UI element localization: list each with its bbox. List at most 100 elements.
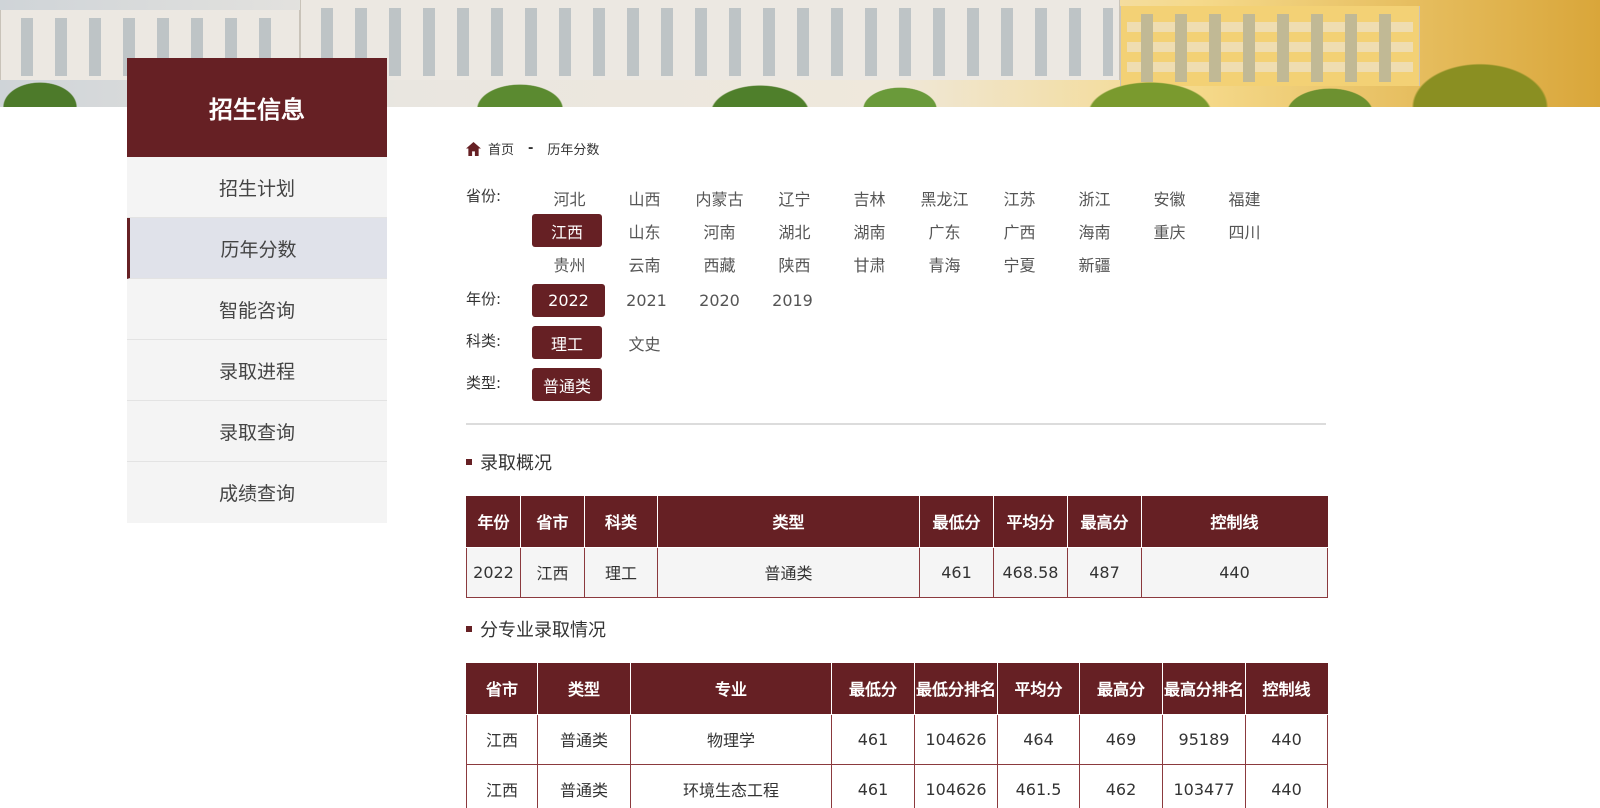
year-option[interactable]: 2019: [756, 284, 829, 317]
table-row: 2022 江西 理工 普通类 461 468.58 487 440: [466, 546, 1328, 598]
table-cell: 461.5: [997, 763, 1080, 808]
year-options: 2022 2021 2020 2019: [532, 284, 1292, 317]
column-header: 最高分: [1067, 496, 1142, 548]
column-header: 最低分: [831, 663, 915, 715]
year-option[interactable]: 2022: [532, 284, 605, 317]
breadcrumb: 首页 - 历年分数: [466, 139, 599, 158]
sidebar-title: 招生信息: [127, 58, 387, 157]
table-cell: 普通类: [537, 763, 631, 808]
type-filter-label: 类型:: [466, 374, 502, 392]
home-icon: [466, 141, 481, 156]
province-option[interactable]: 安徽: [1132, 181, 1207, 214]
province-option[interactable]: 河南: [682, 214, 757, 247]
province-option[interactable]: 重庆: [1132, 214, 1207, 247]
breadcrumb-home-link[interactable]: 首页: [488, 139, 514, 158]
table-cell: 江西: [466, 713, 538, 765]
sidebar-item-admission-query[interactable]: 录取查询: [127, 401, 387, 462]
overview-title: 录取概况: [480, 453, 552, 474]
column-header: 类型: [537, 663, 631, 715]
subject-option[interactable]: 理工: [532, 326, 602, 359]
column-header: 控制线: [1141, 496, 1328, 548]
column-header: 年份: [466, 496, 521, 548]
province-option[interactable]: 贵州: [532, 247, 607, 280]
table-cell: 物理学: [630, 713, 832, 765]
province-option[interactable]: 辽宁: [757, 181, 832, 214]
table-cell: 440: [1245, 763, 1328, 808]
table-cell: 462: [1079, 763, 1163, 808]
column-header: 专业: [630, 663, 832, 715]
filter-divider: [466, 423, 1326, 425]
section-marker: [466, 459, 472, 465]
table-cell: 普通类: [657, 546, 920, 598]
column-header: 最高分: [1079, 663, 1163, 715]
province-option[interactable]: 内蒙古: [682, 181, 757, 214]
table-cell: 104626: [914, 713, 998, 765]
province-option[interactable]: 湖北: [757, 214, 832, 247]
sidebar-item-historical-scores[interactable]: 历年分数: [127, 218, 387, 279]
sidebar-item-smart-consult[interactable]: 智能咨询: [127, 279, 387, 340]
majors-title: 分专业录取情况: [480, 620, 606, 641]
sidebar-item-enrollment-plan[interactable]: 招生计划: [127, 157, 387, 218]
column-header: 最低分: [919, 496, 994, 548]
province-option[interactable]: 新疆: [1057, 247, 1132, 280]
table-cell: 95189: [1162, 713, 1246, 765]
province-option[interactable]: 青海: [907, 247, 982, 280]
table-cell: 440: [1245, 713, 1328, 765]
sidebar-item-admission-progress[interactable]: 录取进程: [127, 340, 387, 401]
year-option[interactable]: 2021: [610, 284, 683, 317]
province-option[interactable]: 海南: [1057, 214, 1132, 247]
province-option[interactable]: 云南: [607, 247, 682, 280]
subject-option[interactable]: 文史: [607, 326, 682, 359]
majors-table: 省市 类型 专业 最低分 最低分排名 平均分 最高分 最高分排名 控制线 江西 普通类 物理学 461…: [466, 663, 1328, 808]
province-option[interactable]: 广东: [907, 214, 982, 247]
column-header: 省市: [520, 496, 585, 548]
province-option[interactable]: 江苏: [982, 181, 1057, 214]
province-option[interactable]: 宁夏: [982, 247, 1057, 280]
table-cell: 江西: [520, 546, 585, 598]
table-row: 江西 普通类 物理学 461 104626 464 469 95189 440: [466, 713, 1328, 765]
table-cell: 理工: [584, 546, 658, 598]
table-cell: 环境生态工程: [630, 763, 832, 808]
overview-section-title: 录取概况: [466, 449, 552, 475]
column-header: 控制线: [1245, 663, 1328, 715]
year-filter-label: 年份:: [466, 290, 502, 308]
column-header: 平均分: [997, 663, 1080, 715]
table-cell: 464: [997, 713, 1080, 765]
table-cell: 江西: [466, 763, 538, 808]
province-option[interactable]: 陕西: [757, 247, 832, 280]
table-cell: 2022: [466, 546, 521, 598]
province-option[interactable]: 湖南: [832, 214, 907, 247]
column-header: 类型: [657, 496, 920, 548]
province-option[interactable]: 广西: [982, 214, 1057, 247]
majors-section-title: 分专业录取情况: [466, 616, 606, 642]
subject-filter: 科类: 理工 文史: [466, 326, 1292, 359]
table-cell: 103477: [1162, 763, 1246, 808]
province-option[interactable]: 黑龙江: [907, 181, 982, 214]
province-option[interactable]: 河北: [532, 181, 607, 214]
table-cell: 461: [831, 763, 915, 808]
sidebar: 招生信息 招生计划 历年分数 智能咨询 录取进程 录取查询 成绩查询: [127, 58, 387, 523]
type-option[interactable]: 普通类: [532, 368, 602, 401]
sidebar-menu: 招生计划 历年分数 智能咨询 录取进程 录取查询 成绩查询: [127, 157, 387, 523]
province-option[interactable]: 四川: [1207, 214, 1282, 247]
table-cell: 469: [1079, 713, 1163, 765]
breadcrumb-separator: -: [528, 141, 534, 156]
province-filter-label: 省份:: [466, 187, 502, 205]
column-header: 最高分排名: [1162, 663, 1246, 715]
overview-table: 年份 省市 科类 类型 最低分 平均分 最高分 控制线 2022 江西 理工 普通类 461 468.5…: [466, 496, 1328, 598]
table-row: 江西 普通类 环境生态工程 461 104626 461.5 462 103477 440: [466, 763, 1328, 808]
province-options: 河北 山西 内蒙古 辽宁 吉林 黑龙江 江苏 浙江 安徽 福建江西 山东 河南 湖北 湖南 广东 广西 海南 重庆…: [532, 181, 1292, 280]
table-cell: 487: [1067, 546, 1142, 598]
table-cell: 461: [919, 546, 994, 598]
column-header: 平均分: [993, 496, 1068, 548]
sidebar-item-score-query[interactable]: 成绩查询: [127, 462, 387, 523]
province-option[interactable]: 山东: [607, 214, 682, 247]
province-option[interactable]: 西藏: [682, 247, 757, 280]
province-option[interactable]: 吉林: [832, 181, 907, 214]
province-option[interactable]: 山西: [607, 181, 682, 214]
province-option[interactable]: 甘肃: [832, 247, 907, 280]
year-option[interactable]: 2020: [683, 284, 756, 317]
province-option[interactable]: 福建: [1207, 181, 1282, 214]
province-option[interactable]: 江西: [532, 214, 602, 247]
province-option[interactable]: 浙江: [1057, 181, 1132, 214]
